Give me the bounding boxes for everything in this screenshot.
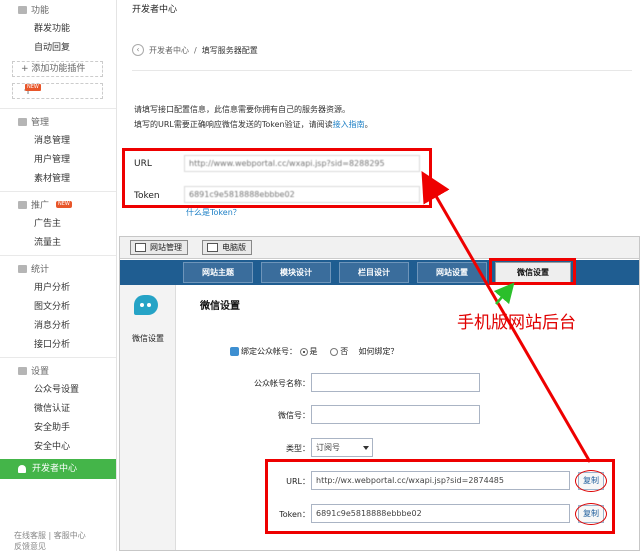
sidebar-item-materials[interactable]: 素材管理	[34, 171, 70, 184]
manage-icon	[18, 117, 27, 126]
new-badge: NEW	[56, 201, 72, 208]
sidebar-section-settings: 设置	[18, 364, 49, 377]
how-to-bind-link[interactable]: 如何绑定？	[358, 347, 398, 356]
sidebar-item-user-analysis[interactable]: 用户分析	[34, 280, 70, 293]
nav-module-design[interactable]: 模块设计	[261, 262, 331, 283]
tab-label: 网站管理	[150, 243, 182, 252]
access-guide-link[interactable]: 接入指南	[333, 120, 365, 129]
sidebar-item-dev-center[interactable]: 开发者中心	[0, 459, 116, 479]
bind-label: 绑定公众帐号：	[241, 347, 297, 356]
radio-yes-label: 是	[309, 347, 318, 356]
dev-center-label: 开发者中心	[32, 464, 78, 474]
sidebar-item-security-assistant[interactable]: 安全助手	[34, 420, 70, 433]
footer-feedback-link[interactable]: 反馈意见	[14, 541, 86, 552]
section-label: 管理	[31, 118, 50, 128]
user-icon	[18, 465, 26, 473]
sidebar-item-account-settings[interactable]: 公众号设置	[34, 382, 79, 395]
divider	[0, 357, 116, 358]
add-plugin-button[interactable]: + 添加功能插件	[12, 61, 103, 77]
sidebar-item-traffic[interactable]: 流量主	[34, 235, 61, 248]
back-arrow-icon[interactable]: ‹	[132, 44, 144, 56]
sidebar-item-messages[interactable]: 消息管理	[34, 133, 70, 146]
wechat-id-label: 微信号：	[278, 411, 310, 420]
new-badge: NEW	[25, 84, 41, 91]
sidebar-item-users[interactable]: 用户管理	[34, 152, 70, 165]
sidebar-section-manage: 管理	[18, 115, 49, 128]
chart-icon	[18, 264, 27, 273]
bind-account-row: 绑定公众帐号： 是 否 如何绑定？	[230, 346, 398, 357]
add-plugin-label: 添加功能插件	[31, 64, 86, 74]
monitor-icon	[135, 243, 146, 252]
megaphone-icon	[18, 200, 27, 209]
what-is-token-link[interactable]: 什么是Token？	[186, 207, 241, 218]
sidebar-footer: 在线客服 | 客服中心 反馈意见	[14, 530, 86, 552]
sidebar-item-mass-send[interactable]: 群发功能	[34, 21, 70, 34]
radio-yes[interactable]	[299, 347, 308, 356]
section-label: 设置	[31, 367, 50, 377]
nav-site-settings[interactable]: 网站设置	[417, 262, 487, 283]
chevron-down-icon	[363, 446, 369, 450]
type-select-value: 订阅号	[316, 443, 340, 452]
tab-site-management[interactable]: 网站管理	[130, 240, 188, 255]
desc-text: 。	[364, 120, 373, 129]
wechat-settings-label: 微信设置	[132, 334, 164, 343]
config-description: 请填写接口配置信息，此信息需要你拥有自己的服务器资源。	[134, 105, 350, 114]
nav-site-theme[interactable]: 网站主题	[183, 262, 253, 283]
divider	[0, 191, 116, 192]
account-name-input[interactable]	[311, 373, 480, 392]
wechat-icon	[134, 295, 158, 315]
sidebar-item-security-center[interactable]: 安全中心	[34, 439, 70, 452]
gear-icon	[18, 366, 27, 375]
divider	[0, 255, 116, 256]
page-title: 开发者中心	[132, 5, 178, 15]
breadcrumb: ‹ 开发者中心 / 填写服务器配置	[132, 44, 258, 56]
wechat-id-input[interactable]	[311, 405, 480, 424]
account-name-label: 公众帐号名称：	[254, 379, 310, 388]
breadcrumb-parent[interactable]: 开发者中心	[149, 45, 189, 56]
section-label: 统计	[31, 265, 50, 275]
tab-pc-version[interactable]: 电脑版	[202, 240, 252, 255]
config-description-2: 填写的URL需要正确响应微信发送的Token验证，请阅读接入指南。	[134, 119, 373, 130]
radio-no[interactable]	[330, 347, 339, 356]
tab-label: 电脑版	[222, 243, 246, 252]
sidebar: 功能 群发功能 自动回复 + 添加功能插件 + NEW 管理 消息管理 用户管理…	[0, 0, 117, 551]
sidebar-item-auto-reply[interactable]: 自动回复	[34, 40, 70, 53]
sidebar-section-promote: 推广 NEW	[18, 198, 72, 211]
type-select[interactable]: 订阅号	[311, 438, 373, 457]
highlight-box	[122, 148, 432, 208]
sidebar-item-verification[interactable]: 微信认证	[34, 401, 70, 414]
radio-no-label: 否	[340, 347, 349, 356]
sidebar-item-advertiser[interactable]: 广告主	[34, 216, 61, 229]
breadcrumb-current: 填写服务器配置	[201, 45, 258, 55]
sidebar-item-api-analysis[interactable]: 接口分析	[34, 337, 70, 350]
sidebar-item-article-analysis[interactable]: 图文分析	[34, 299, 70, 312]
footer-service-links[interactable]: 在线客服 | 客服中心	[14, 530, 86, 541]
desc-text: 填写的URL需要正确响应微信发送的Token验证，请阅读	[134, 120, 333, 129]
grid-icon	[18, 5, 27, 14]
divider	[0, 108, 116, 109]
nav-column-design[interactable]: 栏目设计	[339, 262, 409, 283]
section-label: 推广	[31, 201, 50, 211]
highlight-box	[489, 258, 576, 285]
annotation-label: 手机版网站后台	[457, 313, 576, 333]
sidebar-item-message-analysis[interactable]: 消息分析	[34, 318, 70, 331]
panel-tab-bar: 网站管理 电脑版	[120, 237, 639, 259]
type-label: 类型：	[286, 444, 310, 453]
section-label: 功能	[31, 6, 50, 16]
wechat-settings-title: 微信设置	[200, 301, 240, 312]
wechat-settings-sidebar[interactable]: 微信设置	[120, 285, 176, 550]
wechat-small-icon	[230, 347, 239, 356]
monitor-icon	[207, 243, 218, 252]
sidebar-section-function: 功能	[18, 3, 49, 16]
breadcrumb-separator: /	[194, 45, 197, 55]
sidebar-section-stats: 统计	[18, 262, 49, 275]
divider	[132, 70, 632, 71]
highlight-box	[265, 459, 615, 534]
